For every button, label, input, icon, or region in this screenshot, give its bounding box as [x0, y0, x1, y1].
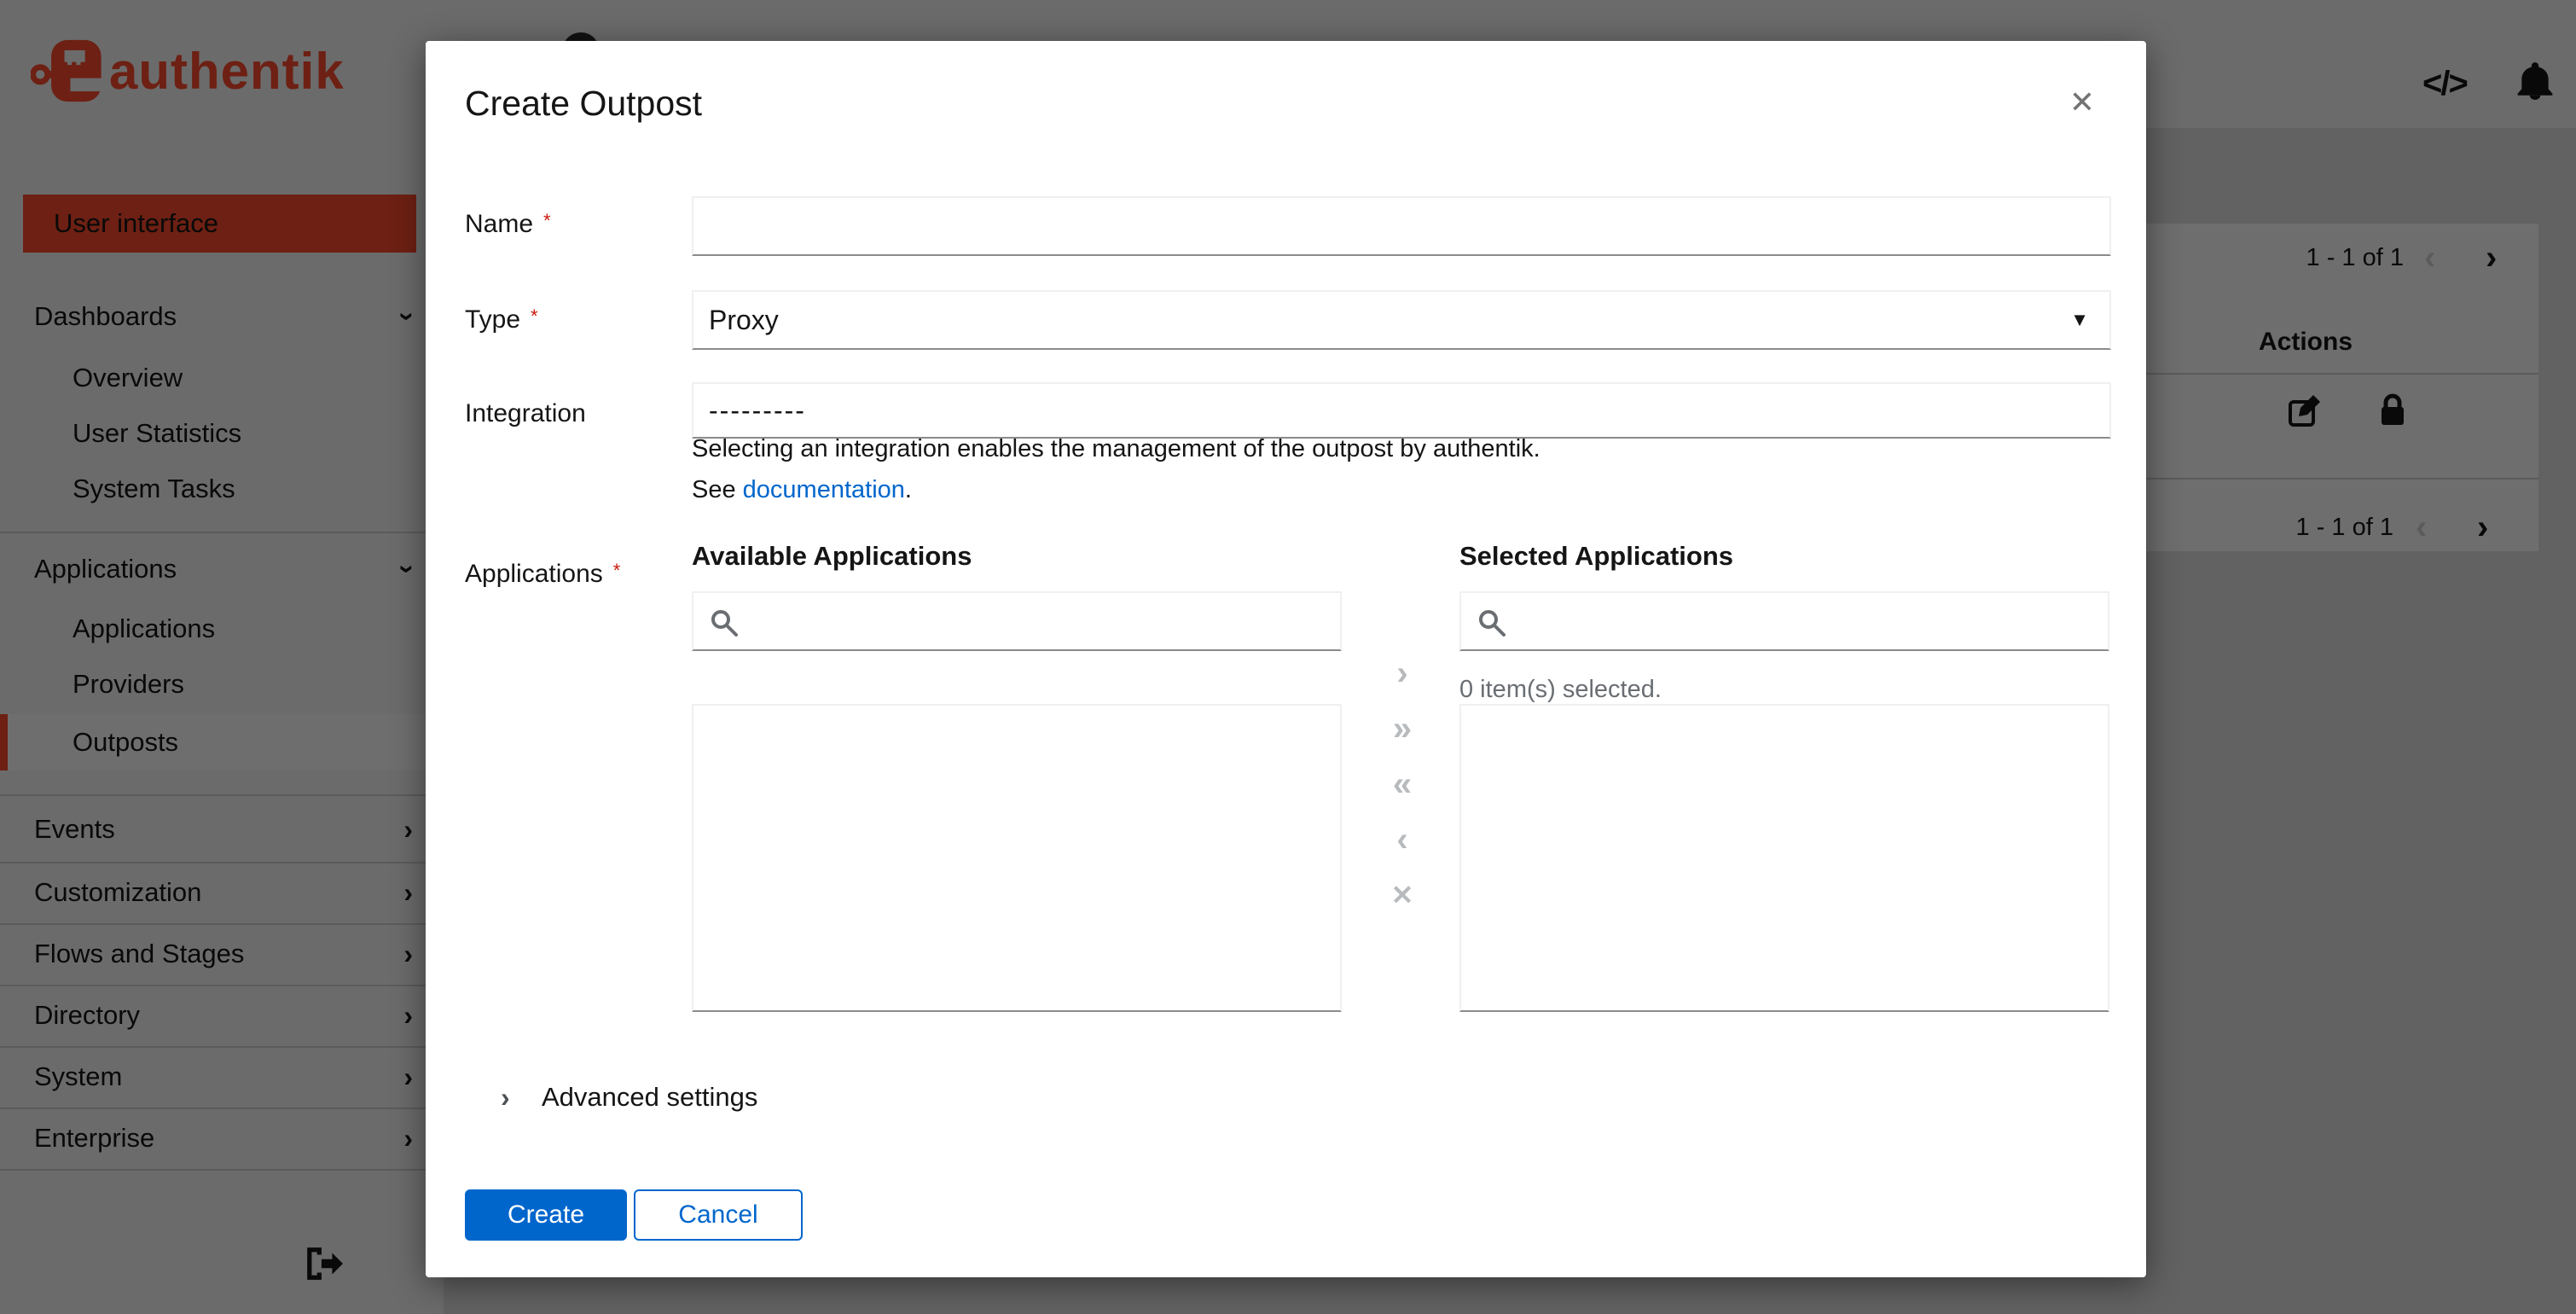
- selected-applications-list[interactable]: [1459, 704, 2109, 1012]
- delete-icon[interactable]: ✕: [1383, 875, 1422, 915]
- chevron-right-icon[interactable]: ›: [501, 1082, 510, 1113]
- create-button[interactable]: Create: [465, 1189, 627, 1241]
- close-icon[interactable]: ✕: [2060, 80, 2104, 125]
- integration-help-line2: See documentation.: [692, 476, 912, 503]
- selected-search-input[interactable]: [1516, 593, 2099, 649]
- integration-select-value: ---------: [709, 394, 806, 426]
- applications-label: Applications *: [465, 560, 621, 588]
- available-search-input[interactable]: [748, 593, 1332, 649]
- integration-help-text: Selecting an integration enables the man…: [692, 435, 1540, 462]
- required-marker: *: [531, 305, 538, 327]
- integration-label: Integration: [465, 399, 586, 427]
- add-all-icon[interactable]: »: [1383, 709, 1422, 748]
- create-outpost-modal: Create Outpost ✕ Name * Type * Proxy ▼ Int…: [426, 41, 2146, 1277]
- type-select[interactable]: Proxy ▼: [692, 290, 2111, 350]
- modal-title: Create Outpost: [465, 84, 703, 123]
- search-icon: [711, 610, 738, 637]
- selected-applications-header: Selected Applications: [1459, 541, 1733, 571]
- documentation-link[interactable]: documentation: [743, 476, 905, 503]
- screen: authentik </> User interface Dashboards …: [0, 0, 2576, 1314]
- type-label: Type *: [465, 305, 538, 334]
- add-selected-icon[interactable]: ›: [1383, 654, 1422, 693]
- required-marker: *: [543, 210, 551, 231]
- available-search-box: [692, 591, 1342, 651]
- selected-search-box: [1459, 591, 2109, 651]
- name-input[interactable]: [692, 196, 2111, 256]
- remove-all-icon[interactable]: «: [1383, 765, 1422, 804]
- cancel-button[interactable]: Cancel: [634, 1189, 803, 1241]
- remove-selected-icon[interactable]: ‹: [1383, 820, 1422, 859]
- selected-count-label: 0 item(s) selected.: [1459, 676, 1662, 703]
- available-applications-header: Available Applications: [692, 541, 972, 571]
- integration-select[interactable]: ---------: [692, 382, 2111, 439]
- caret-down-icon: ▼: [2070, 309, 2089, 330]
- required-marker: *: [612, 560, 621, 581]
- name-label: Name *: [465, 210, 551, 238]
- available-applications-list[interactable]: [692, 704, 1342, 1012]
- type-select-value: Proxy: [709, 304, 779, 335]
- advanced-settings-toggle[interactable]: Advanced settings: [542, 1082, 757, 1113]
- search-icon: [1479, 610, 1506, 637]
